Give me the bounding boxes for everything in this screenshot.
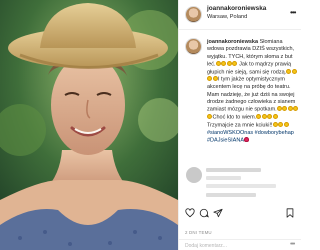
avatar[interactable] — [185, 6, 202, 23]
caption-line: głupich nie sieją, sami się rodzą. — [207, 68, 299, 77]
post-photo[interactable] — [0, 0, 178, 250]
caption-text-segment: zamiast mózgu nie spotkam. — [207, 106, 277, 113]
emoji-icon — [293, 106, 299, 112]
caption-text-segment: wyjątku. TYCH, którym słoma z but — [207, 53, 293, 60]
blurred-line — [206, 184, 276, 188]
blurred-line — [206, 176, 241, 180]
caption-text-segment: Jak to mądrzy prawią — [237, 61, 292, 68]
emoji-icon — [272, 113, 278, 119]
caption-line: akcentem lecę na próbę do teatru. — [207, 84, 299, 91]
instagram-post: joannakoroniewska Warsaw, Poland ••• joa… — [0, 0, 301, 250]
emoji-icon — [286, 68, 292, 74]
emoji-icon — [207, 76, 212, 82]
comment-row: ••• — [179, 239, 301, 250]
blurred-avatar — [186, 167, 202, 183]
comment-more-icon[interactable]: ••• — [290, 241, 295, 248]
caption-line: zamiast mózgu nie spotkam. — [207, 106, 299, 114]
emoji-icon — [272, 121, 278, 127]
emoji-icon — [221, 60, 227, 66]
heart-icon[interactable] — [185, 208, 195, 218]
emoji-icon — [232, 60, 238, 66]
caption-line: wyjątku. TYCH, którym słoma z but — [207, 54, 299, 61]
caption-text-segment: leć. — [207, 61, 216, 68]
caption-text-segment: głupich nie sieją, sami się rodzą. — [207, 69, 287, 76]
caption-text-segment: wdowa pozdrawia DZIŚ wszystkich, — [207, 46, 295, 53]
post-side-panel: joannakoroniewska Warsaw, Poland ••• joa… — [178, 0, 301, 250]
post-header: joannakoroniewska Warsaw, Poland ••• — [179, 0, 301, 30]
blurred-line — [206, 193, 256, 197]
emoji-icon — [207, 113, 212, 119]
caption-text-segment: Trzymajcie za mnie kciuki!! — [207, 122, 273, 129]
caption-line: I tym jakże optymistycznym — [207, 76, 299, 84]
blurred-line — [206, 168, 261, 172]
emoji-icon — [256, 113, 262, 119]
emoji-icon — [282, 106, 288, 112]
caption-line: Mam nadzieję, że już dziś na swojej — [207, 92, 299, 99]
emoji-icon — [244, 136, 249, 142]
emoji-icon — [267, 113, 273, 119]
comment-input[interactable] — [185, 242, 265, 250]
emoji-icon — [278, 121, 284, 127]
caption-text-segment: Słomiana — [259, 39, 283, 45]
caption-username[interactable]: joannakoroniewska — [207, 39, 260, 45]
caption-line: #DAJsieSIANA — [207, 136, 299, 145]
bookmark-icon[interactable] — [285, 208, 295, 218]
emoji-icon — [287, 106, 293, 112]
post-location[interactable]: Warsaw, Poland — [207, 14, 247, 20]
caption-line: leć. Jak to mądrzy prawią — [207, 60, 299, 69]
action-bar — [179, 208, 301, 222]
caption-line: drodze żadnego człowieka z sianem — [207, 99, 299, 106]
emoji-icon — [261, 113, 267, 119]
hashtag-link[interactable]: #DAJsieSIANA — [207, 137, 244, 143]
emoji-icon — [283, 121, 289, 127]
emoji-icon — [276, 106, 282, 112]
comment-icon[interactable] — [199, 208, 209, 218]
blurred-comments — [186, 165, 298, 205]
emoji-icon — [215, 60, 221, 66]
caption-text-segment: akcentem lecę na próbę do teatru. — [207, 84, 291, 91]
caption-line: wdowa pozdrawia DZIŚ wszystkich, — [207, 46, 299, 53]
post-date[interactable]: 2 DNI TEMU — [185, 230, 212, 235]
emoji-icon — [291, 68, 297, 74]
emoji-icon — [226, 60, 232, 66]
share-icon[interactable] — [213, 208, 223, 218]
woman-in-straw-hat-image — [0, 0, 178, 250]
caption-line: Choć kto to wiem. — [207, 113, 299, 122]
author-username[interactable]: joannakoroniewska — [207, 5, 266, 12]
caption-text: joannakoroniewska Słomiana wdowa pozdrawi… — [207, 39, 299, 145]
caption-line: Trzymajcie za mnie kciuki!! — [207, 121, 299, 130]
caption-text-segment: Choć kto to wiem. — [212, 114, 257, 121]
caption-avatar[interactable] — [185, 38, 202, 55]
hashtag-link[interactable]: #sianoWSKOOnas #dowborybehap — [207, 130, 294, 136]
emoji-icon — [212, 76, 218, 82]
caption-text-segment: I tym jakże optymistycznym — [218, 76, 285, 83]
caption-text-segment: Mam nadzieję, że już dziś na swojej — [207, 91, 295, 98]
caption-text-segment: drodze żadnego człowieka z sianem — [207, 98, 296, 105]
caption-line: #sianoWSKOOnas #dowborybehap — [207, 130, 299, 137]
more-options-icon[interactable]: ••• — [290, 8, 296, 17]
